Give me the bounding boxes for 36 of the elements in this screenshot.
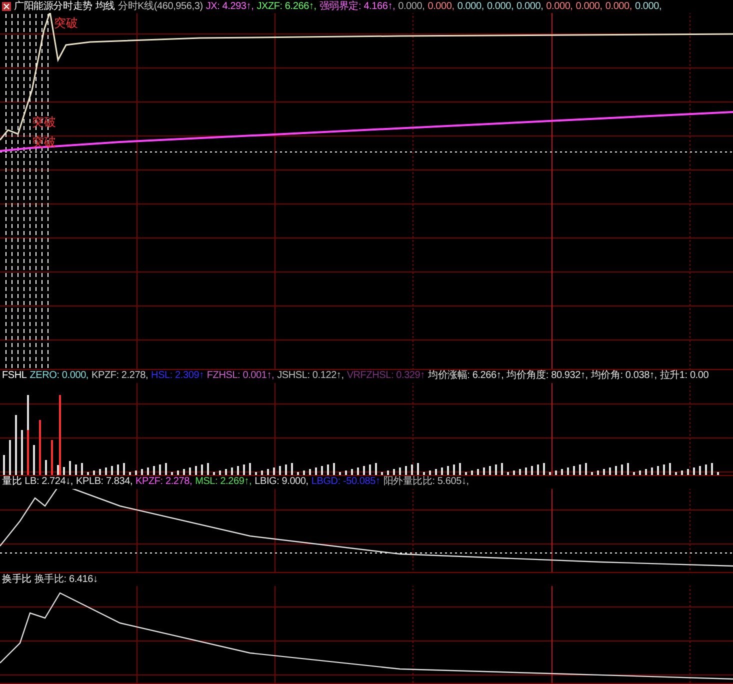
indicator-value: 0.000,	[576, 0, 602, 12]
panel-title: 量比	[2, 476, 22, 488]
indicator-value: 0.000,	[634, 0, 662, 12]
indicator-value: 0.000,	[486, 0, 514, 12]
indicator-value: ZERO: 0.000,	[30, 370, 89, 382]
indicator-value: 0.000,	[546, 0, 573, 12]
indicator-value: 均价角度: 80.932↑,	[506, 370, 588, 382]
indicator-value: 均线	[95, 0, 116, 12]
indicator-value: 换手比: 6.416↓	[34, 574, 98, 586]
indicator-value: 强弱界定: 4.166↑,	[319, 0, 396, 12]
indicator-value: 0.000,	[428, 0, 454, 12]
panel-title: 换手比	[2, 574, 32, 586]
indicator-value: 0.000,	[398, 0, 425, 12]
indicator-value: FZHSL: 0.001↑,	[206, 370, 274, 382]
indicator-value: MSL: 2.269↑,	[195, 476, 252, 488]
indicator-value: 阳外量比比: 5.605↓,	[383, 476, 469, 488]
breakout-label: 突破	[32, 115, 56, 129]
indicator-value: 分时K线(460,956,3)	[118, 0, 203, 12]
indicator-value: 拉升1: 0.00	[660, 370, 709, 382]
indicator-value: 均价角: 0.038↑,	[590, 370, 657, 382]
close-icon[interactable]	[2, 2, 11, 11]
indicator-value: 0.000,	[457, 0, 484, 12]
indicator-value: 均价涨幅: 6.266↑,	[428, 370, 504, 382]
indicator-value: JSHSL: 0.122↑,	[277, 370, 344, 382]
indicator-value: JX: 4.293↑,	[206, 0, 254, 12]
panel-title: 广阳能源分时走势	[14, 0, 92, 12]
indicator-value: KPZF: 2.278,	[92, 370, 148, 382]
indicator-value: JXZF: 6.266↑,	[256, 0, 316, 12]
indicator-value: 0.000,	[516, 0, 544, 12]
breakout-label: 突破	[32, 135, 56, 149]
indicator-value: LBIG: 9.000,	[254, 476, 308, 488]
indicator-value: 0.000,	[605, 0, 632, 12]
indicator-value: LB: 2.724↓,	[24, 476, 74, 488]
indicator-value: KPZF: 2.278,	[136, 476, 192, 488]
indicator-value: KPLB: 7.834,	[76, 476, 133, 488]
breakout-label: 突破	[54, 16, 78, 30]
